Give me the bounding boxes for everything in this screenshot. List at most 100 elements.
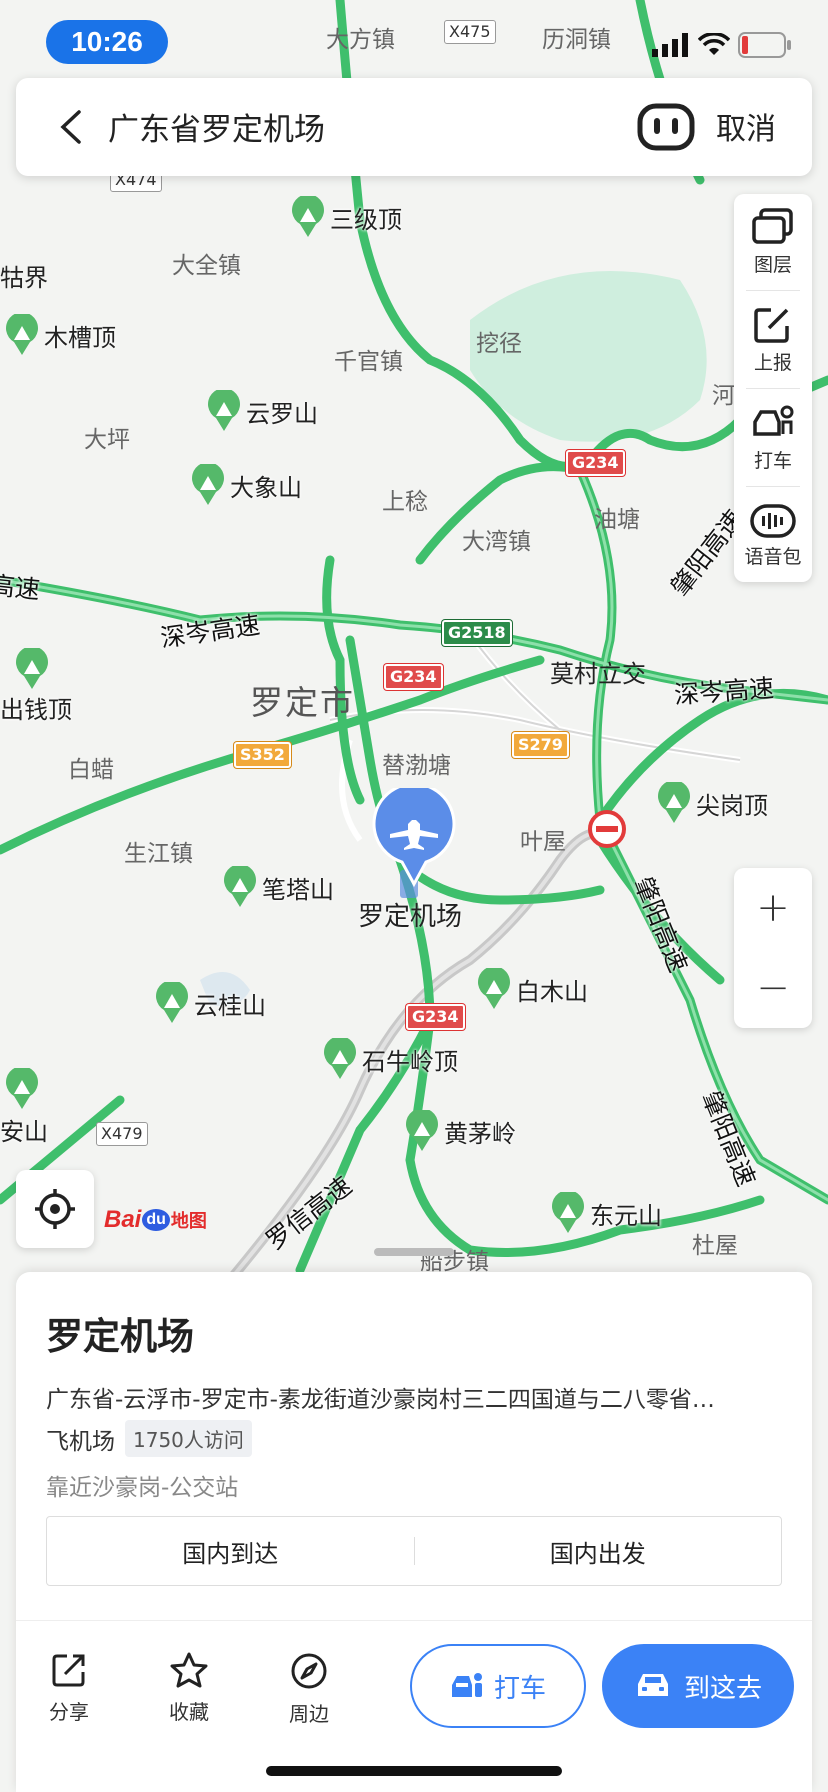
action-label: 周边 [289,1702,329,1726]
mountain-pin-icon [208,390,240,431]
divider [746,486,800,487]
peak-marker[interactable]: 云桂山 [154,982,266,1024]
tool-label: 打车 [753,449,792,472]
navigate-here-button[interactable]: 到这去 [602,1644,794,1728]
peak-name: 安山 [0,1118,48,1146]
peak-marker[interactable]: 尖岗顶 [656,782,768,824]
place-label: 历洞镇 [542,27,611,53]
voice-pack-button[interactable]: 语音包 [734,488,812,584]
search-bar[interactable]: 广东省罗定机场 取消 [16,78,812,176]
peak-marker[interactable] [0,648,50,690]
zoom-out-button[interactable]: − [734,948,812,1028]
peak-name: 三级顶 [330,205,402,234]
peak-marker[interactable]: 笔塔山 [222,866,334,908]
mountain-pin-icon [6,1068,38,1109]
place-label: 白蜡 [68,757,114,783]
nearby-button[interactable]: 周边 [264,1652,354,1727]
peak-marker[interactable]: 石牛岭顶 [322,1038,458,1080]
tool-label: 图层 [753,253,792,276]
place-label: 叶屋 [520,829,566,855]
peak-marker[interactable]: 木槽顶 [4,314,116,356]
wifi-icon [698,33,730,55]
visit-count-badge: 1750人访问 [125,1420,252,1457]
road-shield-g234: G234 [566,450,625,476]
peak-marker[interactable]: 大象山 [190,464,302,506]
peak-name: 白木山 [516,977,588,1006]
taxi-icon [753,405,794,436]
mountain-pin-icon [224,866,256,907]
tool-label: 上报 [753,351,792,374]
locate-button[interactable] [16,1170,94,1248]
place-category: 飞机场 [46,1428,115,1455]
peak-marker[interactable]: 白木山 [476,968,588,1010]
peak-name: 云桂山 [194,991,266,1020]
peak-marker[interactable]: 三级顶 [290,196,402,238]
road-shield-s279: S279 [512,732,569,758]
status-time: 10:26 [46,20,168,64]
road-shield-x479: X479 [96,1122,148,1146]
place-label: 上稔 [382,489,428,515]
place-address[interactable]: 广东省-云浮市-罗定市-素龙街道沙豪岗村三二四国道与二八零省… [46,1380,786,1414]
report-button[interactable]: 上报 [734,292,812,388]
peak-marker[interactable]: 东元山 [550,1192,662,1234]
voice-pack-icon [750,503,796,538]
road-shield-x475: X475 [444,20,496,44]
mountain-pin-icon [552,1192,584,1233]
cancel-button[interactable]: 取消 [716,104,776,148]
voice-assistant-button[interactable] [636,100,696,154]
place-label: 河 [712,383,735,409]
peak-name: 大象山 [230,473,302,502]
zoom-control: + − [734,868,812,1028]
taxi-tool-button[interactable]: 打车 [734,390,812,486]
flight-tabs: 国内到达 国内出发 [46,1516,782,1586]
tab-domestic-departure[interactable]: 国内出发 [415,1534,782,1569]
home-indicator[interactable] [266,1766,562,1776]
road-shield-g234: G234 [384,664,443,690]
robot-icon [637,103,695,151]
taxi-icon [451,1673,482,1697]
divider [746,290,800,291]
road-label: 高速 [0,570,42,605]
zoom-in-button[interactable]: + [734,868,812,948]
tab-domestic-arrival[interactable]: 国内到达 [47,1534,414,1569]
place-label: 大坪 [84,427,130,453]
back-button[interactable] [46,102,96,152]
mountain-pin-icon [6,314,38,355]
place-label: 千官镇 [334,349,403,375]
compass-icon [291,1653,327,1689]
report-icon [754,307,789,343]
peak-name: 尖岗顶 [696,791,768,820]
mountain-pin-icon [192,464,224,505]
place-meta: 飞机场 1750人访问 [46,1420,252,1457]
layers-button[interactable]: 图层 [734,194,812,290]
taxi-button[interactable]: 打车 [410,1644,586,1728]
peak-name: 石牛岭顶 [362,1047,458,1076]
peak-marker[interactable] [0,1068,40,1110]
share-button[interactable]: 分享 [24,1652,114,1725]
favorite-button[interactable]: 收藏 [144,1652,234,1725]
road-shield-s352: S352 [234,742,291,768]
battery-icon [738,32,791,58]
place-label: 大湾镇 [462,529,531,555]
mountain-pin-icon [478,968,510,1009]
peak-name: 笔塔山 [262,875,334,904]
divider [746,388,800,389]
city-label: 罗定市 [250,683,355,722]
sheet-drag-handle[interactable] [374,1248,454,1256]
logo-text: Bai [104,1206,142,1233]
place-label: 挖径 [476,331,522,357]
locate-icon [35,1189,75,1229]
airport-marker[interactable] [372,782,456,888]
peak-marker[interactable]: 云罗山 [206,390,318,432]
peak-name: 黄茅岭 [444,1119,516,1148]
airplane-pin-icon [372,782,456,888]
car-icon [637,1674,668,1696]
peak-marker[interactable]: 黄茅岭 [404,1110,516,1152]
mountain-pin-icon [156,982,188,1023]
map-toolbar: 图层 上报 打车 语音包 [734,194,812,582]
mountain-pin-icon [324,1038,356,1079]
search-query[interactable]: 广东省罗定机场 [108,104,325,149]
peak-name: 东元山 [590,1201,662,1230]
peak-name: 出钱顶 [0,696,72,724]
road-shield-g234: G234 [406,1004,465,1030]
